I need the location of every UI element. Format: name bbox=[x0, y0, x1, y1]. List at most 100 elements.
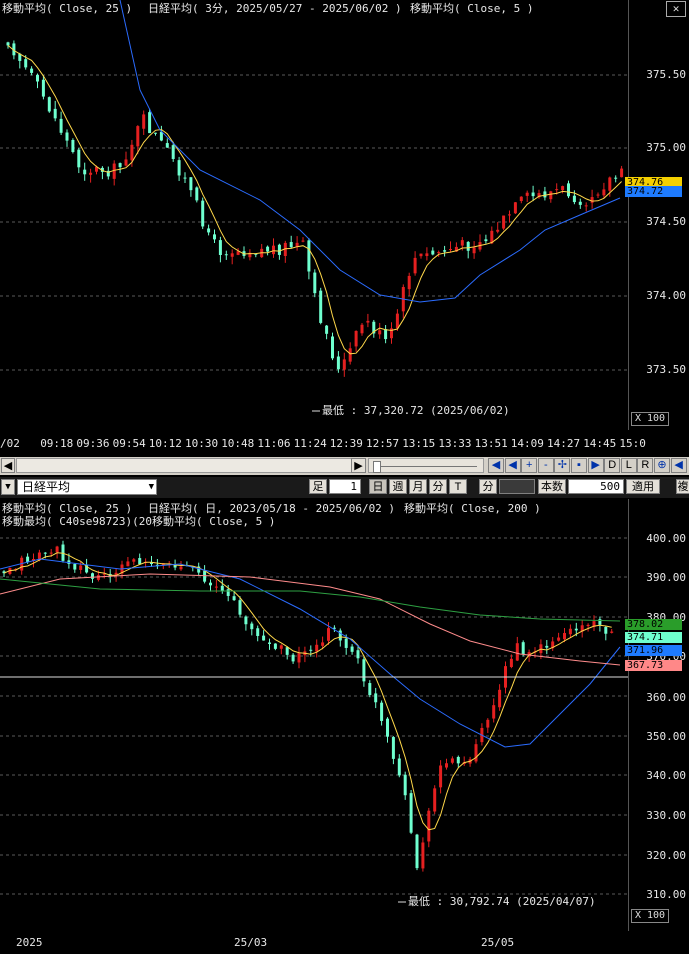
daily-price-axis[interactable]: 400.00 390.00 380.00 370.00 360.00 350.0… bbox=[628, 499, 689, 931]
candle-up bbox=[49, 552, 53, 554]
candle-up bbox=[272, 245, 275, 255]
chart-navigation-bar: ◀ ▶ ◀ ◀ + - ✢ ▪ ▶ D L R ⊕ ◀ bbox=[0, 457, 689, 475]
price-tag-ma200: 367.73 bbox=[625, 660, 682, 671]
extra-button[interactable]: 複 bbox=[676, 479, 689, 494]
candle-up bbox=[602, 189, 606, 196]
nav-next-button[interactable]: ▶ bbox=[587, 458, 604, 473]
candle-down bbox=[614, 177, 618, 179]
period-week-button[interactable]: 週 bbox=[389, 479, 407, 494]
candle-down bbox=[443, 250, 447, 252]
candle-down bbox=[415, 834, 419, 869]
ma5-line bbox=[3, 552, 612, 831]
candle-up bbox=[498, 689, 502, 708]
candle-down bbox=[567, 183, 570, 197]
candle-up bbox=[525, 192, 529, 196]
zoom-slider-track bbox=[375, 466, 477, 467]
daily-legend-overlap: 移動最均( C40se98723)(20移動平均( Close, 5 ) bbox=[2, 515, 276, 528]
daily-chart[interactable]: 移動平均( Close, 25 ) 日経平均( 日, 2023/05/18 - … bbox=[0, 499, 689, 931]
candle-down bbox=[356, 650, 360, 659]
candle-down bbox=[285, 647, 289, 655]
nav-prev-button[interactable]: ◀ bbox=[504, 458, 521, 473]
candle-up bbox=[124, 159, 128, 166]
candle-down bbox=[572, 195, 576, 203]
candle-up bbox=[450, 758, 454, 763]
candle-up bbox=[437, 252, 441, 254]
count-label: 本数 bbox=[538, 479, 566, 494]
period-minute-button[interactable]: 分 bbox=[429, 479, 447, 494]
candle-up bbox=[472, 247, 476, 254]
candle-down bbox=[368, 683, 372, 696]
foot-value-input[interactable]: 1 bbox=[329, 479, 361, 494]
candle-down bbox=[307, 240, 311, 272]
menu-button[interactable]: ▼ bbox=[1, 479, 15, 495]
candle-down bbox=[207, 228, 211, 233]
candle-up bbox=[610, 631, 614, 633]
candle-down bbox=[277, 244, 281, 255]
count-value-input[interactable]: 500 bbox=[568, 479, 624, 494]
nav-zoom-in-button[interactable]: + bbox=[521, 458, 538, 473]
daily-date-axis: 2025 25/03 25/05 bbox=[0, 932, 689, 954]
nav-stop-button[interactable]: ▪ bbox=[571, 458, 587, 473]
nav-collapse-button[interactable]: ◀ bbox=[670, 458, 687, 473]
candle-up bbox=[421, 842, 425, 869]
apply-button[interactable]: 適用 bbox=[626, 479, 660, 494]
period-tick-button[interactable]: T bbox=[449, 479, 467, 494]
period-month-button[interactable]: 月 bbox=[409, 479, 427, 494]
candle-up bbox=[342, 359, 346, 370]
candle-down bbox=[77, 149, 81, 168]
minute-value-input[interactable] bbox=[499, 479, 535, 494]
candle-down bbox=[386, 718, 389, 737]
intraday-chart[interactable]: 移動平均( Close, 25 ) 日経平均( 3分, 2025/05/27 -… bbox=[0, 0, 689, 430]
candle-down bbox=[262, 635, 266, 641]
candle-down bbox=[65, 132, 69, 141]
nav-zoom-out-button[interactable]: - bbox=[537, 458, 554, 473]
y-tick: 374.50 bbox=[646, 215, 686, 228]
candle-down bbox=[24, 59, 28, 68]
nav-first-button[interactable]: ◀ bbox=[488, 458, 504, 473]
y-tick: 375.50 bbox=[646, 68, 686, 81]
candle-up bbox=[492, 705, 496, 719]
x-label: 14:45 bbox=[583, 437, 617, 450]
candle-up bbox=[519, 196, 523, 202]
zoom-slider-thumb[interactable] bbox=[373, 461, 381, 473]
foot-label: 足 bbox=[309, 479, 327, 494]
nav-l-button[interactable]: L bbox=[620, 458, 637, 473]
candle-up bbox=[179, 566, 183, 570]
scroll-right-button[interactable]: ▶ bbox=[351, 458, 366, 473]
daily-zoom-button[interactable]: X 100 bbox=[631, 909, 669, 923]
nav-fit-button[interactable]: ✢ bbox=[554, 458, 571, 473]
y-tick: 375.00 bbox=[646, 141, 686, 154]
candle-up bbox=[449, 248, 452, 250]
candle-up bbox=[620, 168, 624, 178]
candle-down bbox=[183, 177, 187, 179]
zoom-slider[interactable] bbox=[368, 458, 484, 473]
candle-up bbox=[445, 763, 448, 768]
candle-up bbox=[315, 644, 319, 652]
candle-down bbox=[409, 793, 413, 833]
intraday-price-axis[interactable]: 375.50 375.00 374.50 374.00 373.50 bbox=[628, 0, 689, 430]
candle-down bbox=[268, 642, 271, 644]
intraday-chart-canvas[interactable] bbox=[0, 0, 628, 430]
symbol-select[interactable]: 日経平均 ▼ bbox=[17, 479, 157, 495]
period-day-button[interactable]: 日 bbox=[369, 479, 387, 494]
nav-magnify-button[interactable]: ⊕ bbox=[654, 458, 670, 473]
candle-up bbox=[89, 172, 93, 175]
candle-down bbox=[431, 250, 435, 255]
horizontal-scrollbar[interactable] bbox=[16, 458, 356, 473]
candle-up bbox=[508, 214, 511, 216]
candle-down bbox=[362, 659, 366, 682]
candle-up bbox=[354, 330, 358, 347]
candle-up bbox=[586, 624, 590, 627]
x-label: /02 bbox=[0, 437, 20, 450]
x-label: 25/05 bbox=[481, 936, 515, 949]
intraday-zoom-button[interactable]: X 100 bbox=[631, 412, 669, 426]
daily-chart-canvas[interactable] bbox=[0, 499, 628, 931]
x-label: 14:27 bbox=[547, 437, 581, 450]
candle-up bbox=[132, 559, 136, 562]
nav-d-button[interactable]: D bbox=[604, 458, 621, 473]
candle-down bbox=[201, 200, 205, 227]
nav-r-button[interactable]: R bbox=[637, 458, 654, 473]
candle-down bbox=[220, 585, 224, 591]
scroll-left-button[interactable]: ◀ bbox=[1, 458, 15, 473]
candle-up bbox=[297, 653, 301, 663]
